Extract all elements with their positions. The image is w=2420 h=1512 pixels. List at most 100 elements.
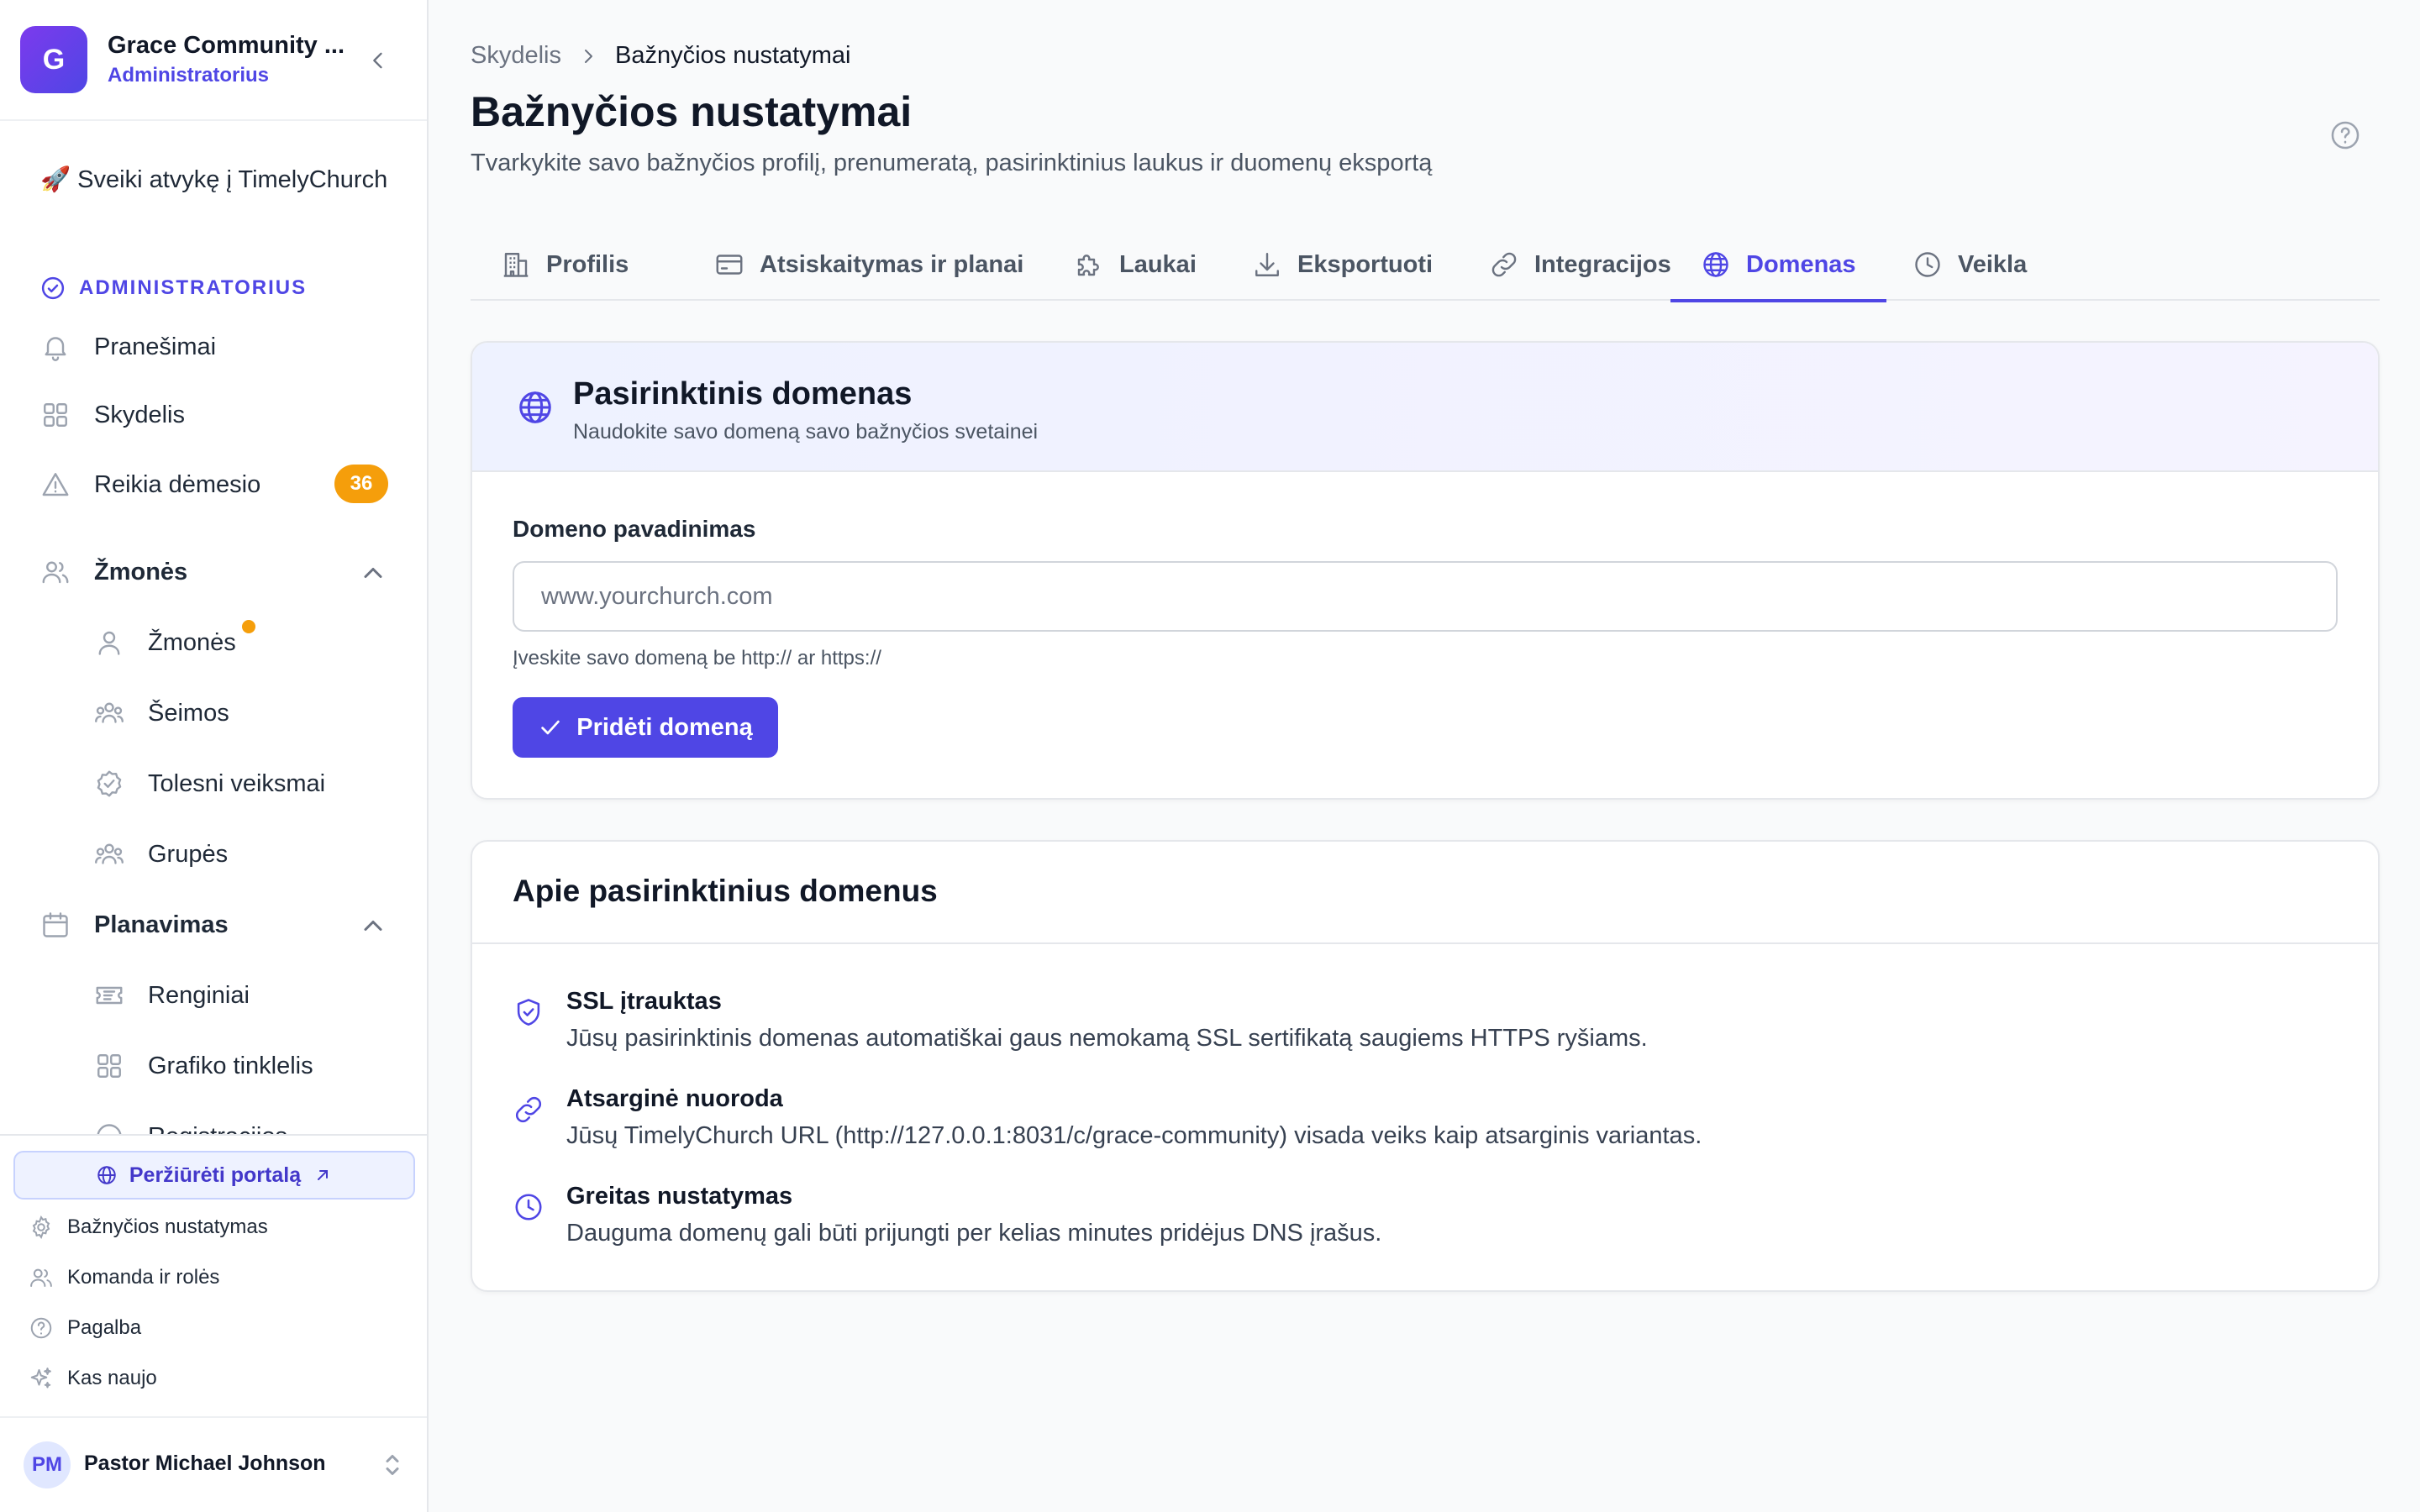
custom-domain-subtitle: Naudokite savo domeną savo bažnyčios sve… (573, 420, 1039, 444)
bell-icon (45, 337, 66, 361)
breadcrumb-current: Bažnyčios nustatymai (615, 42, 851, 69)
sidebar-item-label: Reikia dėmesio (94, 470, 261, 498)
sidebar-item-notifications[interactable]: Pranešimai (40, 327, 216, 367)
users-icon (30, 1268, 52, 1287)
external-link-icon (318, 1170, 329, 1180)
sidebar-item-label: Tolesni veiksmai (148, 769, 326, 797)
help-circle-icon[interactable] (2329, 119, 2361, 151)
sidebar-item-families[interactable]: Šeimos (94, 693, 229, 733)
info-item-desc: Jūsų TimelyChurch URL (http://127.0.0.1:… (566, 1122, 1702, 1149)
sidebar-item-label: Žmonės (148, 628, 236, 656)
custom-domain-title: Pasirinktinis domenas (573, 376, 913, 412)
footer-item-help[interactable]: Pagalba (29, 1311, 141, 1345)
tab-integrations[interactable]: Integracijos (1459, 228, 1702, 301)
sidebar-item-dashboard[interactable]: Skydelis (40, 395, 185, 435)
add-domain-label: Pridėti domeną (576, 713, 753, 741)
users-icon (42, 561, 69, 584)
sidebar-item-groups[interactable]: Grupės (94, 834, 228, 874)
custom-domain-card: Pasirinktinis domenas Naudokite savo dom… (471, 341, 2380, 800)
download-icon (1255, 253, 1279, 276)
about-domains-card: Apie pasirinktinius domenus SSL įtraukta… (471, 840, 2380, 1292)
domain-name-label: Domeno pavadinimas (513, 516, 756, 542)
check-icon (541, 720, 560, 735)
chevron-left-icon (373, 52, 382, 69)
footer-item-team-roles[interactable]: Komanda ir rolės (29, 1261, 219, 1294)
footer-item-church-settings[interactable]: Bažnyčios nustatymas (29, 1210, 268, 1244)
sidebar-item-label: Registracijos (148, 1123, 287, 1135)
breadcrumb-root[interactable]: Skydelis (471, 42, 561, 70)
sidebar-footer-divider (0, 1134, 427, 1136)
ticket-icon (96, 986, 123, 1005)
chevron-up-down-icon[interactable] (380, 1450, 405, 1480)
warning-icon (42, 473, 69, 496)
tab-billing[interactable]: Atsiskaitymas ir planai (684, 228, 1054, 301)
clock-icon (515, 1194, 542, 1221)
tab-label: Domenas (1746, 250, 1856, 278)
user-icon (98, 631, 120, 655)
sidebar-item-schedule-grid[interactable]: Grafiko tinklelis (94, 1046, 313, 1086)
footer-item-whats-new[interactable]: Kas naujo (29, 1362, 157, 1395)
org-role: Administratorius (108, 64, 270, 87)
tab-activity[interactable]: Veikla (1882, 228, 2057, 301)
chevron-up-icon[interactable] (358, 558, 388, 588)
user-name[interactable]: Pastor Michael Johnson (84, 1452, 326, 1476)
badge-check-icon (97, 770, 122, 797)
sidebar-item-label: Grafiko tinklelis (148, 1052, 313, 1079)
sidebar-item-label: Skydelis (94, 401, 185, 428)
view-portal-button[interactable]: Peržiūrėti portalą (13, 1151, 415, 1200)
custom-domain-card-header: Pasirinktinis domenas Naudokite savo dom… (472, 343, 2378, 472)
sidebar-item-label: Grupės (148, 840, 229, 868)
user-group-icon (95, 843, 124, 864)
user-avatar[interactable]: PM (24, 1441, 71, 1488)
info-item-desc: Dauguma domenų gali būti prijungti per k… (566, 1220, 1382, 1247)
sidebar-item-attention[interactable]: Reikia dėmesio (40, 465, 260, 505)
sidebar: G Grace Community ... Administratorius 🚀… (0, 0, 429, 1512)
settings-tabs: Profilis Atsiskaitymas ir planai Laukai … (471, 228, 2380, 302)
about-domains-divider (472, 942, 2378, 944)
sidebar-group-planning[interactable]: Planavimas (40, 905, 229, 945)
org-avatar[interactable]: G (20, 26, 87, 93)
building-icon (503, 253, 529, 277)
add-domain-button[interactable]: Pridėti domeną (513, 697, 778, 758)
sidebar-item-label: Planavimas (94, 911, 229, 938)
puzzle-icon (1077, 255, 1099, 276)
shield-check-icon (517, 999, 540, 1026)
page-subtitle: Tvarkykite savo bažnyčios profilį, prenu… (471, 150, 1433, 176)
sidebar-group-people[interactable]: Žmonės (40, 552, 187, 592)
tab-label: Integracijos (1534, 250, 1671, 278)
tab-label: Atsiskaitymas ir planai (760, 250, 1024, 278)
collapse-sidebar-button[interactable] (363, 45, 393, 76)
info-item-desc: Jūsų pasirinktinis domenas automatiškai … (566, 1025, 1648, 1052)
org-name[interactable]: Grace Community ... (108, 32, 345, 60)
chevron-right-icon (585, 49, 592, 63)
domain-name-hint: Įveskite savo domeną be http:// ar https… (513, 647, 881, 669)
sidebar-item-label: Žmonės (94, 558, 188, 585)
tab-label: Profilis (546, 250, 629, 278)
footer-item-label: Komanda ir rolės (67, 1266, 220, 1289)
credit-card-icon (716, 255, 743, 275)
about-domains-title: Apie pasirinktinius domenus (513, 874, 938, 908)
help-circle-icon (30, 1317, 52, 1339)
sidebar-item-followups[interactable]: Tolesni veiksmai (94, 764, 325, 804)
footer-item-label: Bažnyčios nustatymas (67, 1215, 268, 1238)
chevron-up-icon[interactable] (358, 911, 388, 941)
clock-icon (1915, 252, 1940, 277)
page-title: Bažnyčios nustatymai (471, 88, 913, 135)
domain-name-input[interactable] (513, 561, 2338, 632)
tab-fields[interactable]: Laukai (1044, 228, 1227, 301)
calendar-icon (43, 912, 68, 937)
tab-profile[interactable]: Profilis (471, 228, 659, 301)
globe-icon (1703, 252, 1728, 277)
breadcrumb: Skydelis Bažnyčios nustatymai (471, 42, 850, 70)
org-header: G Grace Community ... Administratorius (0, 0, 427, 121)
sidebar-item-events[interactable]: Renginiai (94, 975, 250, 1016)
section-admin: ADMINISTRATORIUS (40, 276, 307, 301)
tab-domain[interactable]: Domenas (1670, 228, 1886, 302)
globe-icon (97, 1166, 116, 1184)
attention-count-badge: 36 (334, 465, 388, 503)
sidebar-item-people[interactable]: Žmonės (94, 622, 236, 663)
link-icon (515, 1096, 542, 1123)
tab-export[interactable]: Eksportuoti (1222, 228, 1463, 301)
family-icon (95, 702, 124, 723)
sidebar-item-registrations[interactable]: Registracijos (94, 1116, 287, 1134)
